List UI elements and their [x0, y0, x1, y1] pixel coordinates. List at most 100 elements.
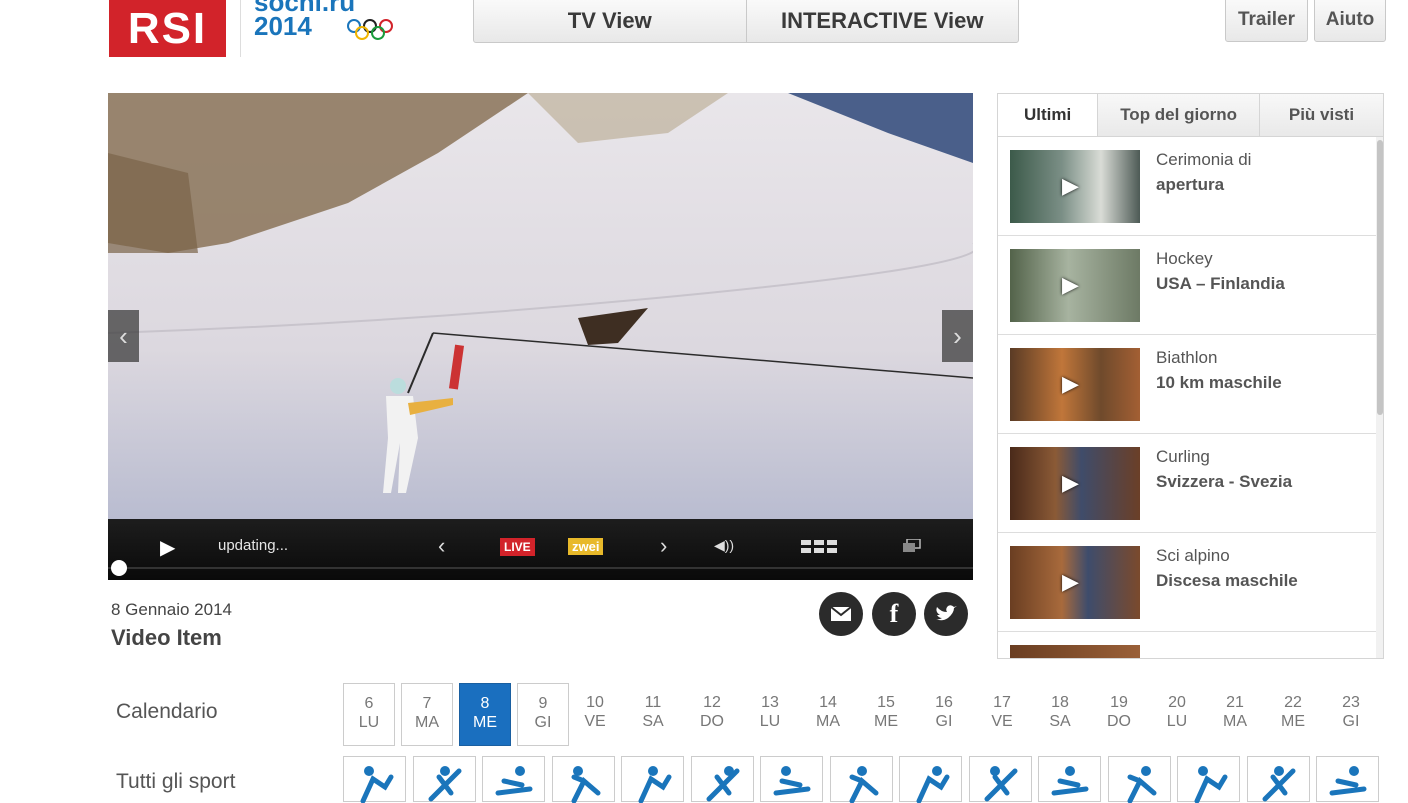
day-number: 9: [538, 695, 548, 712]
previous-arrow-icon[interactable]: ‹: [108, 310, 139, 362]
item-category: Sci alpino: [1156, 546, 1230, 565]
calendar-day-23[interactable]: 23 GI: [1325, 683, 1377, 746]
calendar-day-18[interactable]: 18 SA: [1034, 683, 1086, 746]
list-item[interactable]: ▶ Curling Svizzera - Svezia: [998, 434, 1376, 533]
interactive-view-tab[interactable]: INTERACTIVE View: [745, 0, 1019, 42]
calendar-day-14[interactable]: 14 MA: [802, 683, 854, 746]
tv-view-tab[interactable]: TV View: [474, 0, 746, 42]
freestyle-button[interactable]: [969, 756, 1032, 802]
calendar-day-12[interactable]: 12 DO: [686, 683, 738, 746]
biathlon-icon: [360, 766, 393, 803]
bobsleigh-button[interactable]: [413, 756, 476, 802]
snowboard-button[interactable]: [1108, 756, 1171, 803]
video-thumbnail[interactable]: ▶: [1010, 348, 1140, 421]
short-track-button[interactable]: [1247, 756, 1310, 802]
day-number: 19: [1110, 694, 1128, 711]
rsi-logo[interactable]: RSI: [109, 0, 226, 57]
channel-zwei-badge[interactable]: zwei: [568, 538, 604, 555]
day-number: 18: [1051, 694, 1069, 711]
calendar-day-17[interactable]: 17 VE: [976, 683, 1028, 746]
calendar-day-22[interactable]: 22 ME: [1267, 683, 1319, 746]
video-thumbnail[interactable]: ▶: [1010, 150, 1140, 223]
speed-skating-button[interactable]: [760, 756, 823, 802]
chevron-left-icon[interactable]: ‹: [438, 533, 445, 559]
sidebar-scrollbar[interactable]: [1376, 137, 1383, 658]
day-of-week: GI: [534, 714, 552, 731]
calendar-day-10[interactable]: 10 VE: [569, 683, 621, 746]
list-item[interactable]: [998, 632, 1376, 658]
calendar-day-13[interactable]: 13 LU: [744, 683, 796, 746]
play-icon: ▶: [1062, 470, 1079, 495]
facebook-share-icon[interactable]: f: [872, 592, 916, 636]
day-of-week: GI: [935, 713, 953, 730]
alpine-skiing-icon: [638, 766, 671, 803]
volume-icon[interactable]: ◀)): [714, 537, 734, 554]
skeleton-button[interactable]: [1177, 756, 1240, 803]
day-number: 14: [819, 694, 837, 711]
day-of-week: MA: [1223, 713, 1247, 730]
calendar-day-8[interactable]: 8 ME: [459, 683, 511, 746]
day-of-week: SA: [1049, 713, 1071, 730]
alpine-skiing-button[interactable]: [621, 756, 684, 803]
olympic-rings-icon: [347, 19, 393, 40]
curling-button[interactable]: [482, 756, 545, 802]
calendar-day-20[interactable]: 20 LU: [1151, 683, 1203, 746]
luge-button[interactable]: [899, 756, 962, 803]
item-title: apertura: [1156, 175, 1225, 194]
live-badge[interactable]: LIVE: [500, 538, 535, 556]
item-category: Hockey: [1156, 249, 1213, 268]
scrollbar-thumb[interactable]: [1377, 140, 1383, 415]
tab-top-del-giorno[interactable]: Top del giorno: [1098, 94, 1260, 136]
figure-skating-button[interactable]: [552, 756, 615, 803]
video-thumbnail[interactable]: [1010, 645, 1140, 658]
hockey-button[interactable]: [1038, 756, 1101, 802]
curling-icon: [495, 766, 532, 796]
day-number: 11: [644, 694, 662, 711]
next-arrow-icon[interactable]: ›: [942, 310, 973, 362]
list-item[interactable]: ▶ Hockey USA – Finlandia: [998, 236, 1376, 335]
bobsleigh-icon: [428, 766, 461, 802]
list-item[interactable]: ▶ Sci alpino Discesa maschile: [998, 533, 1376, 632]
calendar-day-6[interactable]: 6 LU: [343, 683, 395, 746]
play-icon[interactable]: ▶: [160, 535, 175, 560]
cross-country-button[interactable]: [830, 756, 893, 803]
day-of-week: SA: [642, 713, 664, 730]
day-number: 13: [761, 694, 779, 711]
cross-country-icon: [849, 766, 878, 803]
biathlon-button[interactable]: [343, 756, 406, 803]
day-of-week: LU: [759, 713, 781, 730]
progress-handle[interactable]: [111, 560, 127, 576]
calendar-day-7[interactable]: 7 MA: [401, 683, 453, 746]
chevron-right-icon[interactable]: ›: [660, 533, 667, 559]
day-number: 20: [1168, 694, 1186, 711]
trailer-button[interactable]: Trailer: [1225, 0, 1308, 42]
list-item[interactable]: ▶ Cerimonia di apertura: [998, 137, 1376, 236]
email-share-icon[interactable]: [819, 592, 863, 636]
skeleton-icon: [1194, 766, 1227, 803]
nordic-combined-button[interactable]: [1316, 756, 1379, 802]
calendar-day-11[interactable]: 11 SA: [627, 683, 679, 746]
calendar-day-9[interactable]: 9 GI: [517, 683, 569, 746]
ski-jumping-button[interactable]: [691, 756, 754, 802]
calendar-day-15[interactable]: 15 ME: [860, 683, 912, 746]
player-controls: ▶ updating... ‹ LIVE zwei › ◀)): [108, 519, 973, 580]
tab-piu-visti[interactable]: Più visti: [1259, 94, 1383, 136]
video-thumbnail[interactable]: ▶: [1010, 546, 1140, 619]
tab-ultimi[interactable]: Ultimi: [998, 94, 1099, 136]
video-thumbnail[interactable]: ▶: [1010, 249, 1140, 322]
video-player[interactable]: ‹ › ▶ updating... ‹ LIVE zwei › ◀)): [108, 93, 973, 580]
list-item[interactable]: ▶ Biathlon 10 km maschile: [998, 335, 1376, 434]
video-thumbnail[interactable]: ▶: [1010, 447, 1140, 520]
grid-menu-icon[interactable]: [801, 540, 837, 554]
help-button[interactable]: Aiuto: [1314, 0, 1386, 42]
play-icon: ▶: [1062, 569, 1079, 594]
fullscreen-icon[interactable]: [903, 539, 921, 553]
calendar-day-21[interactable]: 21 MA: [1209, 683, 1261, 746]
sochi-logo-line2: 2014: [254, 11, 312, 41]
play-icon: ▶: [1062, 371, 1079, 396]
calendar-day-19[interactable]: 19 DO: [1093, 683, 1145, 746]
day-number: 6: [364, 695, 374, 712]
twitter-share-icon[interactable]: [924, 592, 968, 636]
progress-track[interactable]: [108, 567, 973, 569]
calendar-day-16[interactable]: 16 GI: [918, 683, 970, 746]
